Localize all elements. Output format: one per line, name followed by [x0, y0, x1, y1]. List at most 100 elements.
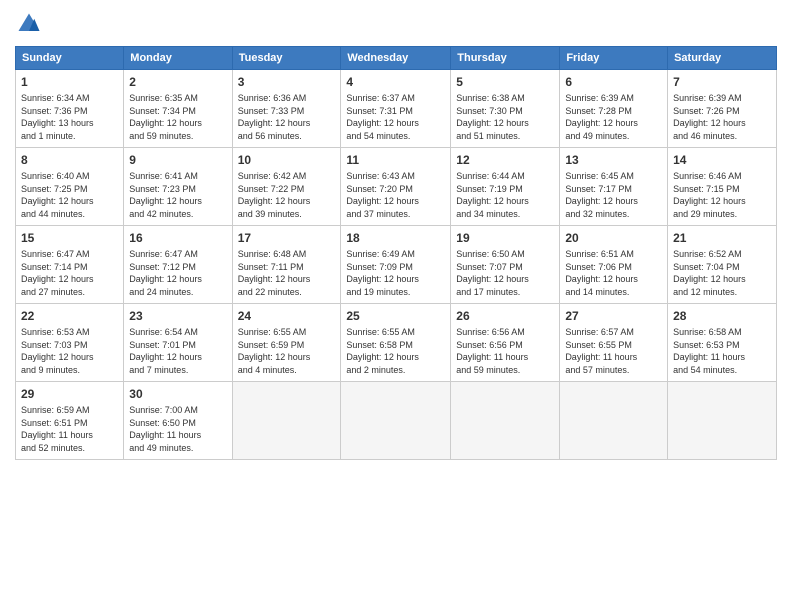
calendar-day-cell: 26 Sunrise: 6:56 AMSunset: 6:56 PMDayligh… [451, 304, 560, 382]
day-info: Sunrise: 6:39 AMSunset: 7:28 PMDaylight:… [565, 92, 662, 142]
calendar-day-cell: 22 Sunrise: 6:53 AMSunset: 7:03 PMDayligh… [16, 304, 124, 382]
day-info: Sunrise: 6:42 AMSunset: 7:22 PMDaylight:… [238, 170, 336, 220]
day-number: 5 [456, 74, 554, 90]
day-number: 22 [21, 308, 118, 324]
day-info: Sunrise: 6:55 AMSunset: 6:59 PMDaylight:… [238, 326, 336, 376]
day-info: Sunrise: 6:38 AMSunset: 7:30 PMDaylight:… [456, 92, 554, 142]
day-number: 15 [21, 230, 118, 246]
calendar-day-cell: 1 Sunrise: 6:34 AMSunset: 7:36 PMDaylight… [16, 70, 124, 148]
day-info: Sunrise: 6:44 AMSunset: 7:19 PMDaylight:… [456, 170, 554, 220]
day-number: 9 [129, 152, 226, 168]
calendar-week-row: 15 Sunrise: 6:47 AMSunset: 7:14 PMDayligh… [16, 226, 777, 304]
calendar-week-row: 29 Sunrise: 6:59 AMSunset: 6:51 PMDayligh… [16, 382, 777, 460]
page: SundayMondayTuesdayWednesdayThursdayFrid… [0, 0, 792, 612]
calendar-day-cell: 6 Sunrise: 6:39 AMSunset: 7:28 PMDaylight… [560, 70, 668, 148]
day-info: Sunrise: 6:49 AMSunset: 7:09 PMDaylight:… [346, 248, 445, 298]
calendar-weekday-header: Monday [124, 47, 232, 70]
day-number: 3 [238, 74, 336, 90]
calendar-week-row: 1 Sunrise: 6:34 AMSunset: 7:36 PMDaylight… [16, 70, 777, 148]
day-info: Sunrise: 6:51 AMSunset: 7:06 PMDaylight:… [565, 248, 662, 298]
calendar-day-cell [560, 382, 668, 460]
day-number: 11 [346, 152, 445, 168]
calendar-day-cell: 19 Sunrise: 6:50 AMSunset: 7:07 PMDayligh… [451, 226, 560, 304]
calendar-day-cell: 17 Sunrise: 6:48 AMSunset: 7:11 PMDayligh… [232, 226, 341, 304]
calendar-day-cell: 12Sunrise: 6:44 AMSunset: 7:19 PMDayligh… [451, 148, 560, 226]
calendar-day-cell [668, 382, 777, 460]
calendar-day-cell: 20 Sunrise: 6:51 AMSunset: 7:06 PMDayligh… [560, 226, 668, 304]
header [15, 10, 777, 38]
calendar-day-cell: 25Sunrise: 6:55 AMSunset: 6:58 PMDayligh… [341, 304, 451, 382]
calendar-day-cell: 13 Sunrise: 6:45 AMSunset: 7:17 PMDayligh… [560, 148, 668, 226]
calendar-weekday-header: Thursday [451, 47, 560, 70]
calendar-day-cell: 27 Sunrise: 6:57 AMSunset: 6:55 PMDayligh… [560, 304, 668, 382]
day-info: Sunrise: 6:48 AMSunset: 7:11 PMDaylight:… [238, 248, 336, 298]
calendar-day-cell: 28Sunrise: 6:58 AMSunset: 6:53 PMDayligh… [668, 304, 777, 382]
day-number: 17 [238, 230, 336, 246]
calendar-weekday-header: Saturday [668, 47, 777, 70]
day-number: 7 [673, 74, 771, 90]
day-info: Sunrise: 6:45 AMSunset: 7:17 PMDaylight:… [565, 170, 662, 220]
calendar-day-cell: 14 Sunrise: 6:46 AMSunset: 7:15 PMDayligh… [668, 148, 777, 226]
day-info: Sunrise: 6:59 AMSunset: 6:51 PMDaylight:… [21, 404, 118, 454]
logo [15, 10, 46, 38]
calendar-day-cell [232, 382, 341, 460]
calendar-day-cell: 10 Sunrise: 6:42 AMSunset: 7:22 PMDayligh… [232, 148, 341, 226]
day-info: Sunrise: 6:57 AMSunset: 6:55 PMDaylight:… [565, 326, 662, 376]
day-number: 21 [673, 230, 771, 246]
day-number: 18 [346, 230, 445, 246]
day-info: Sunrise: 6:50 AMSunset: 7:07 PMDaylight:… [456, 248, 554, 298]
day-info: Sunrise: 6:35 AMSunset: 7:34 PMDaylight:… [129, 92, 226, 142]
calendar-day-cell: 15 Sunrise: 6:47 AMSunset: 7:14 PMDayligh… [16, 226, 124, 304]
day-number: 14 [673, 152, 771, 168]
day-number: 6 [565, 74, 662, 90]
day-number: 10 [238, 152, 336, 168]
calendar-day-cell: 7 Sunrise: 6:39 AMSunset: 7:26 PMDaylight… [668, 70, 777, 148]
calendar-day-cell: 3 Sunrise: 6:36 AMSunset: 7:33 PMDaylight… [232, 70, 341, 148]
calendar-weekday-header: Wednesday [341, 47, 451, 70]
calendar-day-cell: 24 Sunrise: 6:55 AMSunset: 6:59 PMDayligh… [232, 304, 341, 382]
day-info: Sunrise: 6:46 AMSunset: 7:15 PMDaylight:… [673, 170, 771, 220]
calendar-weekday-header: Sunday [16, 47, 124, 70]
day-info: Sunrise: 6:36 AMSunset: 7:33 PMDaylight:… [238, 92, 336, 142]
day-info: Sunrise: 7:00 AMSunset: 6:50 PMDaylight:… [129, 404, 226, 454]
day-number: 19 [456, 230, 554, 246]
day-number: 20 [565, 230, 662, 246]
day-info: Sunrise: 6:43 AMSunset: 7:20 PMDaylight:… [346, 170, 445, 220]
calendar-day-cell: 16 Sunrise: 6:47 AMSunset: 7:12 PMDayligh… [124, 226, 232, 304]
calendar-day-cell: 29 Sunrise: 6:59 AMSunset: 6:51 PMDayligh… [16, 382, 124, 460]
day-info: Sunrise: 6:53 AMSunset: 7:03 PMDaylight:… [21, 326, 118, 376]
calendar-day-cell: 9Sunrise: 6:41 AMSunset: 7:23 PMDaylight… [124, 148, 232, 226]
calendar-week-row: 22 Sunrise: 6:53 AMSunset: 7:03 PMDayligh… [16, 304, 777, 382]
calendar-day-cell: 30Sunrise: 7:00 AMSunset: 6:50 PMDayligh… [124, 382, 232, 460]
day-info: Sunrise: 6:40 AMSunset: 7:25 PMDaylight:… [21, 170, 118, 220]
logo-icon [15, 10, 43, 38]
calendar-day-cell: 11 Sunrise: 6:43 AMSunset: 7:20 PMDayligh… [341, 148, 451, 226]
calendar-day-cell: 5 Sunrise: 6:38 AMSunset: 7:30 PMDaylight… [451, 70, 560, 148]
day-number: 24 [238, 308, 336, 324]
day-number: 16 [129, 230, 226, 246]
day-info: Sunrise: 6:47 AMSunset: 7:14 PMDaylight:… [21, 248, 118, 298]
calendar-day-cell: 18 Sunrise: 6:49 AMSunset: 7:09 PMDayligh… [341, 226, 451, 304]
day-number: 13 [565, 152, 662, 168]
calendar-header-row: SundayMondayTuesdayWednesdayThursdayFrid… [16, 47, 777, 70]
day-info: Sunrise: 6:34 AMSunset: 7:36 PMDaylight:… [21, 92, 118, 142]
day-number: 29 [21, 386, 118, 402]
calendar-day-cell [341, 382, 451, 460]
day-info: Sunrise: 6:47 AMSunset: 7:12 PMDaylight:… [129, 248, 226, 298]
calendar-weekday-header: Friday [560, 47, 668, 70]
day-info: Sunrise: 6:39 AMSunset: 7:26 PMDaylight:… [673, 92, 771, 142]
day-number: 8 [21, 152, 118, 168]
calendar-table: SundayMondayTuesdayWednesdayThursdayFrid… [15, 46, 777, 460]
day-info: Sunrise: 6:37 AMSunset: 7:31 PMDaylight:… [346, 92, 445, 142]
day-number: 23 [129, 308, 226, 324]
calendar-day-cell: 8 Sunrise: 6:40 AMSunset: 7:25 PMDaylight… [16, 148, 124, 226]
day-number: 1 [21, 74, 118, 90]
day-info: Sunrise: 6:58 AMSunset: 6:53 PMDaylight:… [673, 326, 771, 376]
day-info: Sunrise: 6:56 AMSunset: 6:56 PMDaylight:… [456, 326, 554, 376]
calendar-week-row: 8 Sunrise: 6:40 AMSunset: 7:25 PMDaylight… [16, 148, 777, 226]
day-number: 27 [565, 308, 662, 324]
calendar-day-cell: 2Sunrise: 6:35 AMSunset: 7:34 PMDaylight… [124, 70, 232, 148]
calendar-day-cell [451, 382, 560, 460]
day-info: Sunrise: 6:52 AMSunset: 7:04 PMDaylight:… [673, 248, 771, 298]
day-number: 26 [456, 308, 554, 324]
